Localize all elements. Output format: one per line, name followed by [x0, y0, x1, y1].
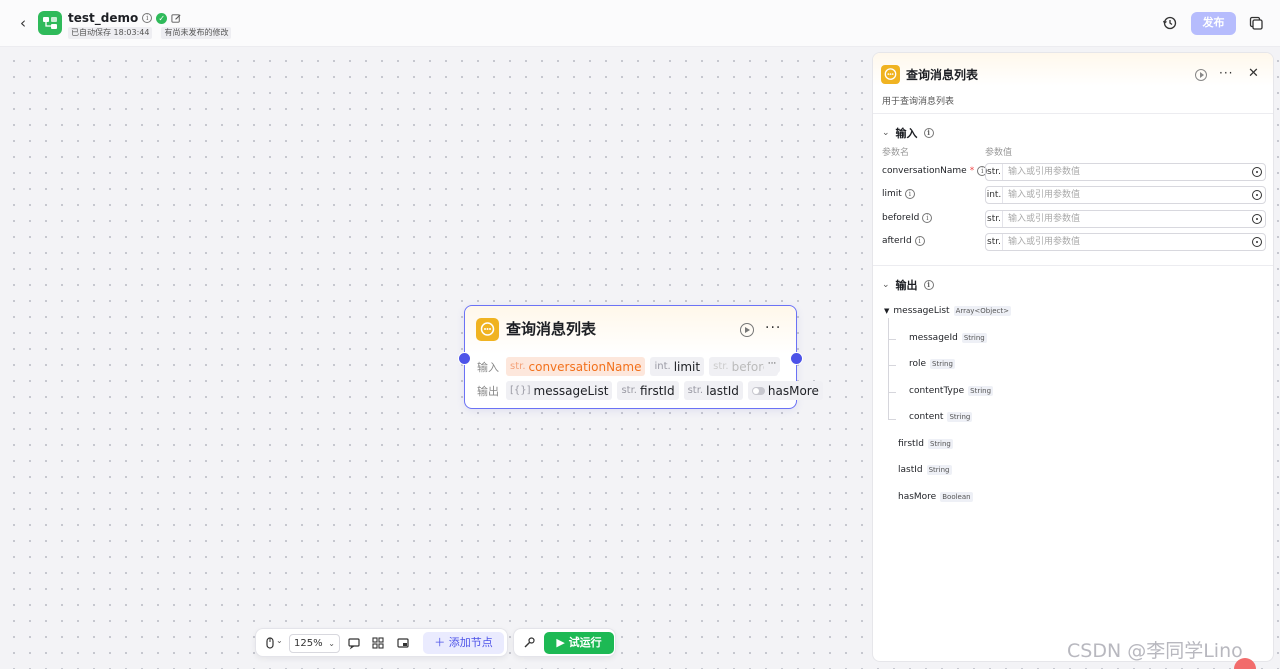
output-item: hasMore Boolean [898, 492, 973, 502]
output-item: lastId String [898, 465, 952, 475]
info-icon[interactable]: i [142, 13, 153, 23]
publish-button[interactable]: 发布 [1191, 12, 1236, 35]
info-icon[interactable]: i [922, 213, 933, 223]
col-header-param-value: 参数值 [985, 148, 1013, 158]
workflow-app-icon [38, 11, 62, 35]
chevron-down-icon: ⌄ [328, 639, 335, 648]
history-icon[interactable] [1162, 15, 1178, 31]
node-output-row: 输出 [{}] messageList str. firstId str. lastI… [477, 381, 823, 400]
tree-guide-line [888, 318, 889, 420]
reference-variable-icon[interactable] [1252, 190, 1262, 200]
reference-variable-icon[interactable] [1252, 237, 1262, 247]
param-value-input[interactable]: str. 输入或引用参数值 [985, 163, 1266, 181]
output-item: messageId String [909, 333, 987, 343]
tree-branch [888, 339, 896, 340]
output-item: firstId String [898, 439, 953, 449]
app-title: test_demo [68, 11, 139, 25]
play-icon[interactable] [1195, 69, 1207, 81]
layout-grid-icon[interactable] [371, 636, 385, 650]
more-inputs-button[interactable]: ··· [764, 357, 780, 373]
add-node-button[interactable]: ＋ 添加节点 [423, 632, 504, 654]
more-icon[interactable]: ··· [1219, 66, 1233, 80]
output-label: 输出 [477, 384, 499, 398]
param-name: beforeId i [882, 213, 933, 223]
input-chip-limit: int. limit [650, 357, 705, 376]
output-item: role String [909, 359, 955, 369]
tree-branch [888, 392, 896, 393]
tree-branch [888, 365, 896, 366]
watermark: CSDN @李同学Lino [1067, 640, 1243, 662]
info-icon[interactable]: i [914, 236, 925, 246]
top-header: ‹ test_demo i ✓ 已自动保存 18:03:44 有尚未发布的修改 … [0, 0, 1280, 47]
param-row: limit i int. 输入或引用参数值 [882, 186, 1266, 204]
boolean-toggle-icon [751, 386, 765, 395]
message-list-icon [881, 65, 900, 84]
workflow-node[interactable]: 查询消息列表 ··· 输入 str. conversationName int. l… [464, 305, 823, 409]
output-chip-hasMore: hasMore [747, 381, 823, 400]
param-name: afterId i [882, 236, 925, 246]
wrench-icon[interactable] [522, 636, 536, 650]
param-row: afterId i str. 输入或引用参数值 [882, 233, 1266, 251]
panel-header: 查询消息列表 ··· ✕ 用于查询消息列表 [873, 53, 1273, 114]
input-label: 输入 [477, 360, 499, 374]
param-row: conversationName * i str. 输入或引用参数值 [882, 163, 1266, 181]
param-value-input[interactable]: int. 输入或引用参数值 [985, 186, 1266, 204]
output-item: contentType String [909, 386, 994, 396]
node-header: 查询消息列表 ··· [465, 306, 796, 354]
unpublished-status: 有尚未发布的修改 [161, 27, 232, 39]
output-chip-lastId: str. lastId [683, 381, 743, 400]
more-icon[interactable]: ··· [765, 320, 781, 336]
title-row: test_demo i ✓ [68, 10, 182, 26]
run-toolbar: ▶ 试运行 [513, 628, 616, 657]
param-name: limit i [882, 189, 915, 199]
chevron-down-icon[interactable]: ⌄ [276, 636, 283, 645]
output-item: content String [909, 412, 973, 422]
autosave-status: 已自动保存 18:03:44 [68, 27, 153, 39]
input-port[interactable] [458, 352, 471, 365]
reference-variable-icon[interactable] [1252, 167, 1262, 177]
chevron-down-icon: ⌄ [882, 128, 890, 138]
back-arrow-icon[interactable]: ‹ [15, 14, 31, 32]
input-section-header[interactable]: ⌄ 输入 i [882, 125, 934, 141]
node-title: 查询消息列表 [506, 320, 597, 338]
canvas-toolbar: ⌄ 125% ⌄ ＋ 添加节点 [255, 628, 508, 657]
node-config-panel: 查询消息列表 ··· ✕ 用于查询消息列表 ⌄ 输入 i 参数名 参数值 con… [872, 52, 1274, 662]
edit-icon[interactable] [171, 13, 182, 24]
param-row: beforeId i str. 输入或引用参数值 [882, 210, 1266, 228]
chevron-down-icon: ⌄ [882, 280, 890, 290]
node-input-row: 输入 str. conversationName int. limit str. be… [477, 357, 787, 376]
check-circle-icon: ✓ [156, 12, 168, 24]
close-icon[interactable]: ✕ [1248, 66, 1259, 82]
info-icon[interactable]: i [904, 189, 915, 199]
comment-icon[interactable] [347, 636, 361, 650]
save-status-row: 已自动保存 18:03:44 有尚未发布的修改 [68, 27, 232, 39]
message-list-icon [476, 318, 499, 341]
copy-icon[interactable] [1248, 15, 1264, 31]
panel-description: 用于查询消息列表 [882, 97, 955, 107]
minimap-icon[interactable] [396, 636, 410, 650]
output-chip-messageList: [{}] messageList [506, 381, 613, 400]
param-name: conversationName * i [882, 166, 988, 176]
zoom-select[interactable]: 125% ⌄ [289, 634, 340, 653]
section-divider [873, 265, 1273, 266]
col-header-param-name: 参数名 [882, 148, 910, 158]
trial-run-button[interactable]: ▶ 试运行 [544, 632, 614, 654]
param-value-input[interactable]: str. 输入或引用参数值 [985, 210, 1266, 228]
output-section-header[interactable]: ⌄ 输出 i [882, 277, 934, 293]
tree-branch [888, 419, 896, 420]
info-icon[interactable]: i [923, 128, 934, 138]
panel-title: 查询消息列表 [906, 68, 979, 82]
reference-variable-icon[interactable] [1252, 214, 1262, 224]
output-chip-firstId: str. firstId [617, 381, 679, 400]
play-icon[interactable] [740, 323, 754, 337]
param-value-input[interactable]: str. 输入或引用参数值 [985, 233, 1266, 251]
info-icon[interactable]: i [923, 280, 934, 290]
mouse-icon[interactable] [263, 636, 277, 650]
output-item-messageList[interactable]: ▼ messageList Array<Object> [884, 306, 1011, 316]
input-chip-conversationName: str. conversationName [506, 357, 646, 376]
caret-down-icon[interactable]: ▼ [884, 307, 889, 315]
output-port[interactable] [790, 352, 803, 365]
